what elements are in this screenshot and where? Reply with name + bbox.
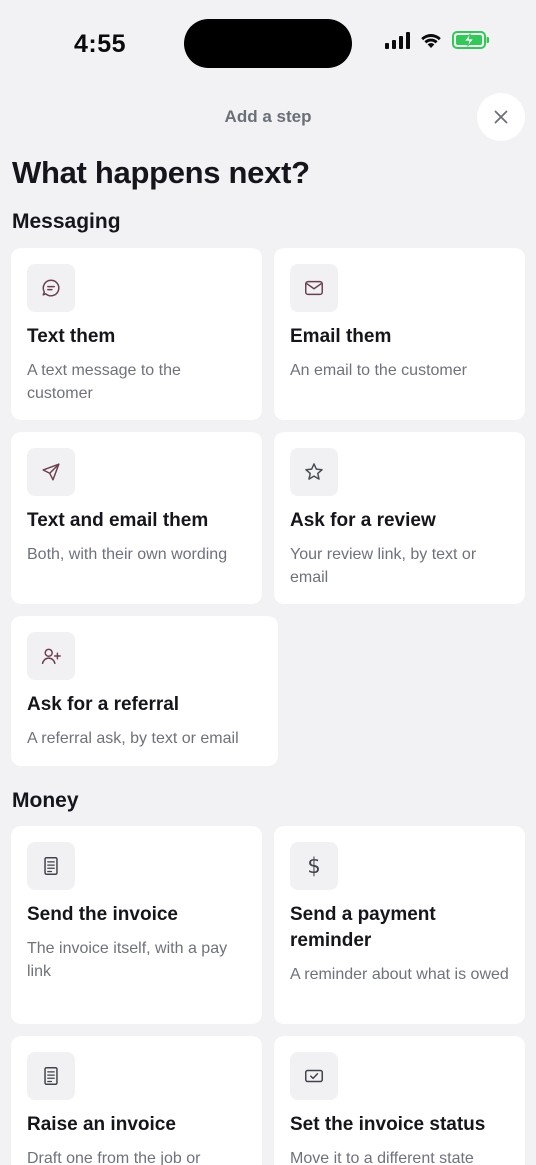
dynamic-island [184, 19, 352, 68]
option-card-email-them[interactable]: Email them An email to the customer [274, 248, 525, 420]
card-description: The invoice itself, with a pay link [27, 940, 228, 980]
card-title: Ask for a review [290, 510, 436, 531]
card-description: A reminder about what is owed [290, 966, 509, 983]
card-icon-tile: $ [290, 842, 338, 890]
star-icon [305, 463, 323, 480]
option-card-ask-referral[interactable]: Ask for a referral A referral ask, by te… [11, 616, 278, 766]
card-description: A text message to the customer [27, 362, 181, 402]
card-title: Text and email them [27, 510, 209, 531]
add-step-screen: 4:55 Add a step What happens next? Messa… [0, 0, 536, 1165]
option-card-text-and-email[interactable]: Text and email them Both, with their own… [11, 432, 262, 604]
option-card-ask-review[interactable]: Ask for a review Your review link, by te… [274, 432, 525, 604]
header-title: Add a step [224, 107, 312, 126]
card-icon-tile [27, 1052, 75, 1100]
section-title-messaging: Messaging [12, 210, 121, 233]
card-icon-tile [290, 448, 338, 496]
option-card-text-them[interactable]: Text them A text message to the customer [11, 248, 262, 420]
card-title: Email them [290, 326, 392, 347]
dollar-icon: $ [307, 854, 321, 878]
card-icon-tile [27, 632, 75, 680]
send-icon [42, 463, 60, 481]
card-description: An email to the customer [290, 362, 467, 379]
option-card-send-invoice[interactable]: Send the invoice The invoice itself, wit… [11, 826, 262, 1024]
card-title: Ask for a referral [27, 694, 180, 715]
card-description: Your review link, by text or email [290, 546, 477, 586]
card-icon-tile [27, 448, 75, 496]
receipt-icon [44, 857, 58, 875]
card-description: A referral ask, by text or email [27, 730, 239, 747]
close-icon [494, 110, 508, 124]
card-description: Both, with their own wording [27, 546, 228, 563]
card-title: Send the invoice [27, 904, 178, 925]
chat-bubble-icon [42, 279, 60, 297]
option-card-set-invoice-status[interactable]: Set the invoice status Move it to a diff… [274, 1036, 525, 1165]
close-button[interactable] [477, 93, 525, 141]
option-card-raise-invoice[interactable]: Raise an invoice Draft one from the job … [11, 1036, 262, 1165]
card-title: Set the invoice status [290, 1114, 486, 1135]
status-icons [385, 31, 490, 49]
card-icon-tile [290, 1052, 338, 1100]
cellular-signal-icon [385, 31, 410, 49]
card-icon-tile [27, 264, 75, 312]
section-title-money: Money [12, 789, 79, 812]
page-title: What happens next? [12, 155, 310, 190]
status-bar: 4:55 [0, 0, 536, 88]
option-card-payment-reminder[interactable]: $ Send a payment reminder A reminder abo… [274, 826, 525, 1024]
envelope-icon [305, 280, 323, 296]
card-description: Draft one from the job or [27, 1150, 201, 1165]
receipt-icon [44, 1067, 58, 1085]
card-icon-tile [290, 264, 338, 312]
status-time: 4:55 [74, 30, 127, 58]
card-title: Text them [27, 326, 116, 347]
card-title: Send a payment reminder [290, 904, 436, 951]
card-description: Move it to a different state [290, 1150, 474, 1165]
card-title: Raise an invoice [27, 1114, 176, 1135]
battery-charging-icon [452, 31, 489, 49]
wifi-icon [421, 34, 441, 48]
add-user-icon [41, 648, 61, 665]
card-icon-tile [27, 842, 75, 890]
check-ticket-icon [305, 1069, 323, 1083]
